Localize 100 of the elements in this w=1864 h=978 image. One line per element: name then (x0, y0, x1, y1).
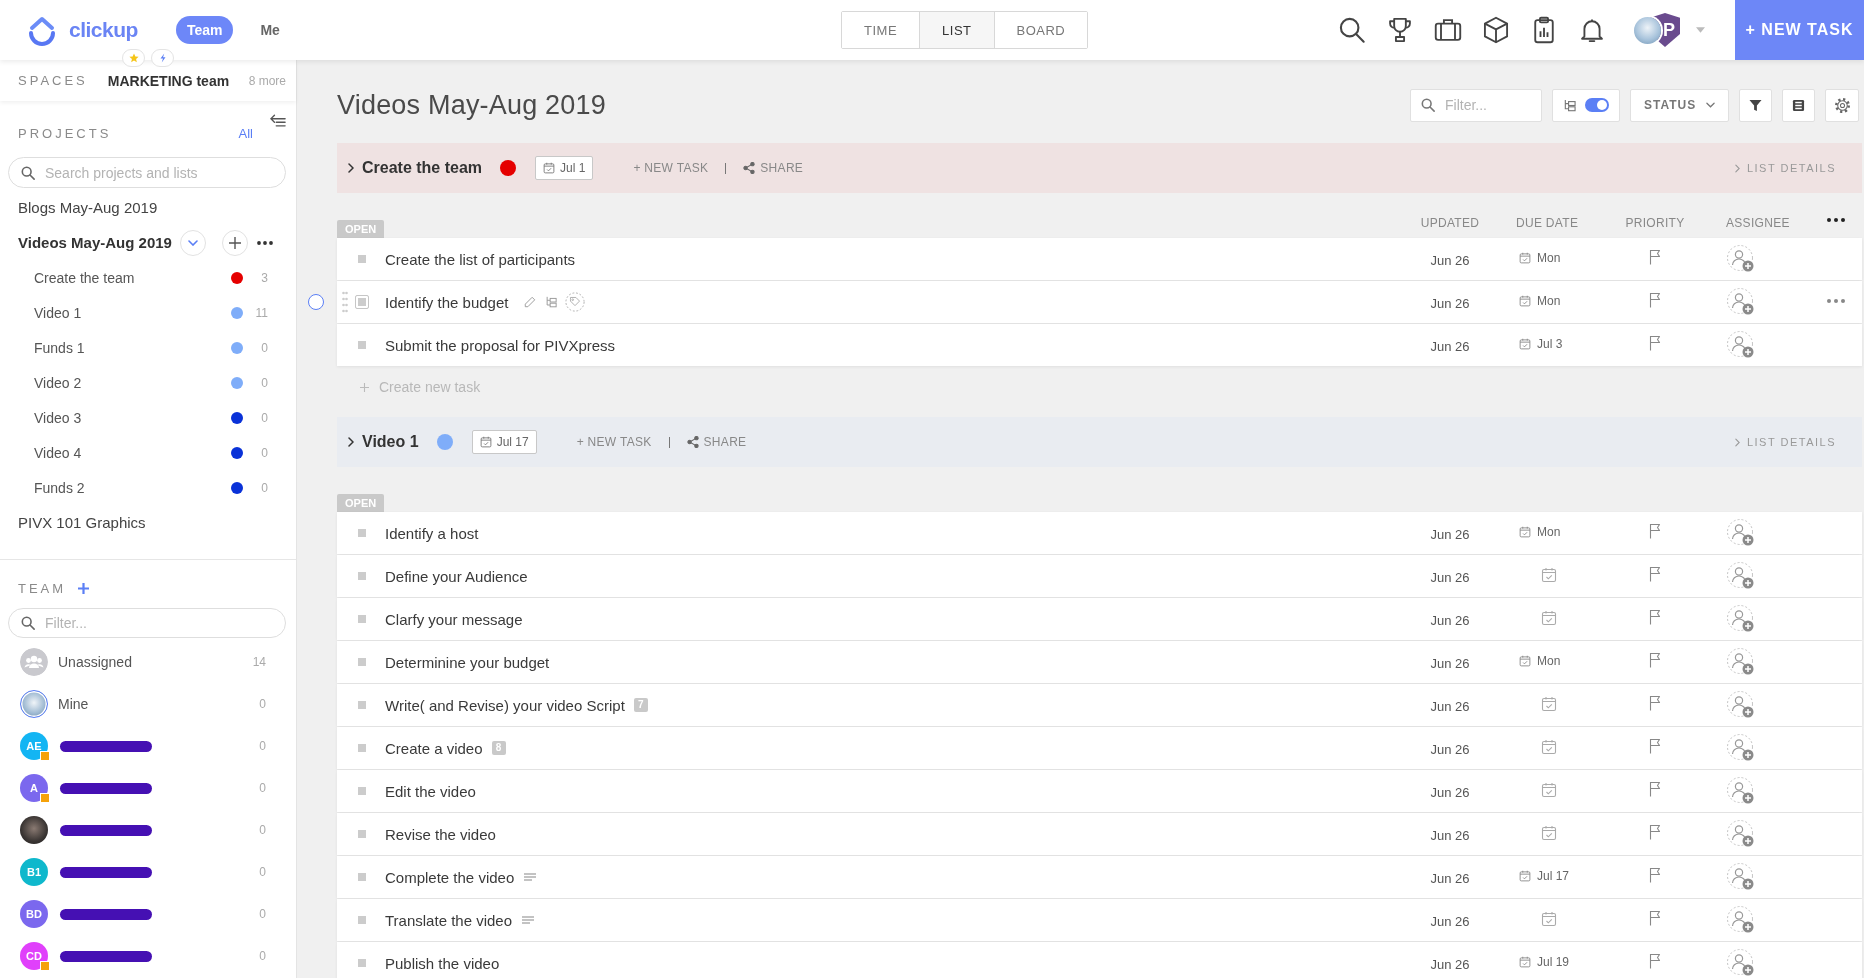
calendar-icon[interactable] (1519, 955, 1531, 968)
task-name[interactable]: Define your Audience (385, 567, 528, 585)
calendar-icon[interactable] (1519, 525, 1531, 538)
add-assignee-icon[interactable] (1726, 776, 1756, 806)
flag-icon[interactable] (1649, 566, 1661, 582)
add-assignee-icon[interactable] (1726, 905, 1756, 935)
calendar-icon[interactable] (1541, 609, 1557, 626)
calendar-icon[interactable] (1519, 337, 1531, 350)
flag-icon[interactable] (1649, 910, 1661, 926)
due-date[interactable]: Mon (1537, 250, 1561, 265)
collapse-sidebar-icon[interactable] (270, 114, 286, 127)
user-avatar-photo[interactable] (1634, 17, 1661, 44)
calendar-icon[interactable] (1541, 566, 1557, 583)
add-assignee-icon[interactable] (1726, 604, 1756, 634)
subtask-tree-icon[interactable] (545, 296, 558, 308)
flag-icon[interactable] (1649, 953, 1661, 969)
flag-icon[interactable] (1649, 523, 1661, 539)
logo-icon[interactable] (26, 14, 58, 46)
task-row[interactable]: Create the list of participants Jun 26 Mon (337, 238, 1862, 280)
list-name[interactable]: Funds 1 (34, 339, 231, 356)
task-name[interactable]: Identify a host (385, 524, 479, 542)
add-assignee-icon[interactable] (1726, 244, 1756, 274)
select-circle[interactable] (308, 294, 324, 310)
filter-button[interactable] (1739, 88, 1772, 122)
flag-icon[interactable] (1649, 867, 1661, 883)
calendar-icon[interactable] (1541, 738, 1557, 755)
briefcase-icon[interactable] (1434, 16, 1462, 44)
task-name[interactable]: Create a video (385, 739, 483, 757)
task-name[interactable]: Revise the video (385, 825, 496, 843)
flag-icon[interactable] (1649, 781, 1661, 797)
list-date-button[interactable]: Jul 17 (471, 430, 537, 454)
add-assignee-icon[interactable] (1726, 561, 1756, 591)
task-row[interactable]: Revise the video Jun 26 (337, 813, 1862, 855)
calendar-icon[interactable] (1519, 294, 1531, 307)
more-options-icon[interactable] (1827, 218, 1845, 222)
plus-icon[interactable] (78, 582, 90, 594)
task-row[interactable]: Identify a host Jun 26 Mon (337, 512, 1862, 554)
flag-icon[interactable] (1649, 695, 1661, 711)
due-date[interactable]: Mon (1537, 293, 1561, 308)
task-row[interactable]: Publish the video Jun 26 Jul 19 (337, 942, 1862, 978)
list-name[interactable]: Video 2 (34, 374, 231, 391)
flag-icon[interactable] (1649, 738, 1661, 754)
flag-icon[interactable] (1649, 824, 1661, 840)
member-name[interactable]: Unassigned (58, 654, 132, 670)
due-date[interactable]: Jul 19 (1537, 954, 1570, 969)
filter-field[interactable]: Filter... (1410, 88, 1542, 122)
calendar-icon[interactable] (1541, 695, 1557, 712)
task-name[interactable]: Determinine your budget (385, 653, 550, 671)
chevron-right-icon[interactable] (348, 163, 354, 173)
list-name[interactable]: Video 3 (34, 409, 231, 426)
due-date[interactable]: Mon (1537, 524, 1561, 539)
star-button[interactable] (122, 49, 145, 67)
search-icon[interactable] (1338, 16, 1366, 44)
task-name[interactable]: Complete the video (385, 868, 515, 886)
add-assignee-icon[interactable] (1726, 518, 1756, 548)
list-name[interactable]: Funds 2 (34, 479, 231, 496)
task-row[interactable]: Identify the budget Jun 26 Mon (337, 281, 1862, 323)
calendar-icon[interactable] (1519, 869, 1531, 882)
task-name[interactable]: Edit the video (385, 782, 476, 800)
add-assignee-icon[interactable] (1726, 819, 1756, 849)
task-row[interactable]: Determinine your budget Jun 26 Mon (337, 641, 1862, 683)
settings-button[interactable] (1825, 88, 1859, 122)
project-search-field[interactable]: Search projects and lists (8, 157, 286, 188)
task-row[interactable]: Clarfy your message Jun 26 (337, 598, 1862, 640)
list-title[interactable]: Video 1 (362, 433, 419, 451)
chevron-right-icon[interactable] (348, 437, 354, 447)
collapse-button[interactable] (179, 229, 206, 256)
trophy-icon[interactable] (1386, 16, 1414, 44)
project-name[interactable]: Blogs May-Aug 2019 (18, 199, 158, 216)
tag-icon[interactable] (565, 292, 586, 312)
task-row[interactable]: Submit the proposal for PIVXpress Jun 26 Jul 3 (337, 324, 1862, 366)
calendar-icon[interactable] (1519, 654, 1531, 667)
save-button[interactable] (1782, 88, 1815, 122)
add-assignee-icon[interactable] (1726, 647, 1756, 677)
task-name[interactable]: Create the list of participants (385, 250, 576, 268)
member-name[interactable]: Mine (58, 696, 89, 712)
add-assignee-icon[interactable] (1726, 330, 1756, 360)
space-tab[interactable]: MARKETING team (107, 72, 230, 89)
task-name[interactable]: Translate the video (385, 911, 513, 929)
scope-tab[interactable]: Me (249, 16, 291, 44)
flag-icon[interactable] (1649, 335, 1661, 351)
subtasks-switch[interactable] (1585, 98, 1609, 112)
task-row[interactable]: Edit the video Jun 26 (337, 770, 1862, 812)
calendar-icon[interactable] (1541, 781, 1557, 798)
list-name[interactable]: Create the team (34, 269, 231, 286)
task-row[interactable]: Define your Audience Jun 26 (337, 555, 1862, 597)
task-name[interactable]: Identify the budget (385, 293, 509, 311)
view-tab[interactable]: LIST (919, 12, 994, 48)
add-assignee-icon[interactable] (1726, 733, 1756, 763)
list-title[interactable]: Create the team (362, 159, 483, 177)
flag-icon[interactable] (1649, 609, 1661, 625)
flag-icon[interactable] (1649, 249, 1661, 265)
calendar-icon[interactable] (1541, 824, 1557, 841)
more-options-icon[interactable] (256, 240, 273, 245)
task-name[interactable]: Write( and Revise) your video Script (385, 696, 625, 714)
add-list-button[interactable] (221, 229, 248, 256)
task-name[interactable]: Clarfy your message (385, 610, 523, 628)
add-assignee-icon[interactable] (1726, 862, 1756, 892)
project-name[interactable]: PIVX 101 Graphics (18, 514, 146, 531)
team-filter-field[interactable]: Filter... (8, 608, 286, 638)
